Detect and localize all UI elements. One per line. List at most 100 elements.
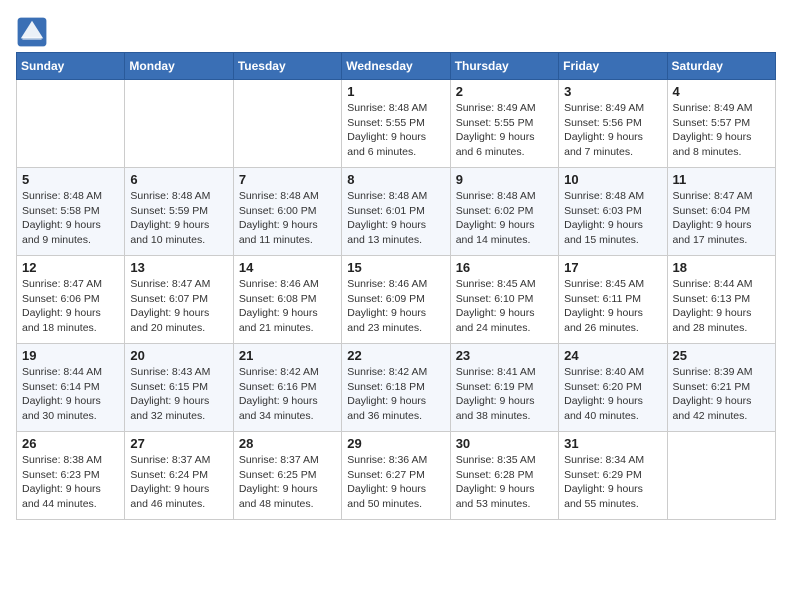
calendar-cell: 16 Sunrise: 8:45 AM Sunset: 6:10 PM Dayli… xyxy=(450,256,558,344)
weekday-header-thursday: Thursday xyxy=(450,53,558,80)
day-number: 10 xyxy=(564,172,661,187)
day-info: Sunrise: 8:45 AM Sunset: 6:11 PM Dayligh… xyxy=(564,277,661,336)
day-info: Sunrise: 8:48 AM Sunset: 5:55 PM Dayligh… xyxy=(347,101,444,160)
day-info: Sunrise: 8:42 AM Sunset: 6:16 PM Dayligh… xyxy=(239,365,336,424)
day-info: Sunrise: 8:44 AM Sunset: 6:13 PM Dayligh… xyxy=(673,277,770,336)
day-number: 29 xyxy=(347,436,444,451)
day-info: Sunrise: 8:47 AM Sunset: 6:04 PM Dayligh… xyxy=(673,189,770,248)
calendar-cell: 11 Sunrise: 8:47 AM Sunset: 6:04 PM Dayli… xyxy=(667,168,775,256)
calendar-cell: 6 Sunrise: 8:48 AM Sunset: 5:59 PM Daylig… xyxy=(125,168,233,256)
day-number: 15 xyxy=(347,260,444,275)
weekday-header-wednesday: Wednesday xyxy=(342,53,450,80)
day-number: 21 xyxy=(239,348,336,363)
day-number: 6 xyxy=(130,172,227,187)
calendar-cell xyxy=(17,80,125,168)
day-number: 24 xyxy=(564,348,661,363)
day-info: Sunrise: 8:48 AM Sunset: 5:58 PM Dayligh… xyxy=(22,189,119,248)
day-info: Sunrise: 8:48 AM Sunset: 6:02 PM Dayligh… xyxy=(456,189,553,248)
day-number: 18 xyxy=(673,260,770,275)
week-row-2: 5 Sunrise: 8:48 AM Sunset: 5:58 PM Daylig… xyxy=(17,168,776,256)
day-number: 16 xyxy=(456,260,553,275)
day-number: 11 xyxy=(673,172,770,187)
day-number: 2 xyxy=(456,84,553,99)
calendar-cell: 8 Sunrise: 8:48 AM Sunset: 6:01 PM Daylig… xyxy=(342,168,450,256)
day-info: Sunrise: 8:48 AM Sunset: 6:01 PM Dayligh… xyxy=(347,189,444,248)
page-header xyxy=(16,16,776,48)
calendar-cell: 30 Sunrise: 8:35 AM Sunset: 6:28 PM Dayli… xyxy=(450,432,558,520)
day-number: 12 xyxy=(22,260,119,275)
day-info: Sunrise: 8:45 AM Sunset: 6:10 PM Dayligh… xyxy=(456,277,553,336)
day-info: Sunrise: 8:42 AM Sunset: 6:18 PM Dayligh… xyxy=(347,365,444,424)
calendar-cell: 15 Sunrise: 8:46 AM Sunset: 6:09 PM Dayli… xyxy=(342,256,450,344)
logo-icon xyxy=(16,16,48,48)
day-info: Sunrise: 8:47 AM Sunset: 6:06 PM Dayligh… xyxy=(22,277,119,336)
calendar-cell: 2 Sunrise: 8:49 AM Sunset: 5:55 PM Daylig… xyxy=(450,80,558,168)
calendar-cell: 19 Sunrise: 8:44 AM Sunset: 6:14 PM Dayli… xyxy=(17,344,125,432)
day-info: Sunrise: 8:47 AM Sunset: 6:07 PM Dayligh… xyxy=(130,277,227,336)
calendar-cell: 1Sunrise: 8:48 AM Sunset: 5:55 PM Daylig… xyxy=(342,80,450,168)
calendar-cell xyxy=(667,432,775,520)
weekday-header-monday: Monday xyxy=(125,53,233,80)
week-row-4: 19 Sunrise: 8:44 AM Sunset: 6:14 PM Dayli… xyxy=(17,344,776,432)
calendar-cell: 24 Sunrise: 8:40 AM Sunset: 6:20 PM Dayli… xyxy=(559,344,667,432)
calendar-cell: 27 Sunrise: 8:37 AM Sunset: 6:24 PM Dayli… xyxy=(125,432,233,520)
day-number: 7 xyxy=(239,172,336,187)
day-number: 22 xyxy=(347,348,444,363)
day-info: Sunrise: 8:46 AM Sunset: 6:09 PM Dayligh… xyxy=(347,277,444,336)
day-info: Sunrise: 8:37 AM Sunset: 6:25 PM Dayligh… xyxy=(239,453,336,512)
calendar-cell: 13 Sunrise: 8:47 AM Sunset: 6:07 PM Dayli… xyxy=(125,256,233,344)
day-number: 27 xyxy=(130,436,227,451)
calendar-cell: 31Sunrise: 8:34 AM Sunset: 6:29 PM Dayli… xyxy=(559,432,667,520)
day-info: Sunrise: 8:36 AM Sunset: 6:27 PM Dayligh… xyxy=(347,453,444,512)
day-info: Sunrise: 8:37 AM Sunset: 6:24 PM Dayligh… xyxy=(130,453,227,512)
day-info: Sunrise: 8:40 AM Sunset: 6:20 PM Dayligh… xyxy=(564,365,661,424)
day-info: Sunrise: 8:49 AM Sunset: 5:55 PM Dayligh… xyxy=(456,101,553,160)
day-info: Sunrise: 8:48 AM Sunset: 6:03 PM Dayligh… xyxy=(564,189,661,248)
calendar-cell: 9 Sunrise: 8:48 AM Sunset: 6:02 PM Daylig… xyxy=(450,168,558,256)
calendar-cell: 12 Sunrise: 8:47 AM Sunset: 6:06 PM Dayli… xyxy=(17,256,125,344)
week-row-3: 12 Sunrise: 8:47 AM Sunset: 6:06 PM Dayli… xyxy=(17,256,776,344)
logo xyxy=(16,16,52,48)
week-row-5: 26Sunrise: 8:38 AM Sunset: 6:23 PM Dayli… xyxy=(17,432,776,520)
day-number: 14 xyxy=(239,260,336,275)
day-info: Sunrise: 8:43 AM Sunset: 6:15 PM Dayligh… xyxy=(130,365,227,424)
day-info: Sunrise: 8:49 AM Sunset: 5:57 PM Dayligh… xyxy=(673,101,770,160)
calendar-body: 1Sunrise: 8:48 AM Sunset: 5:55 PM Daylig… xyxy=(17,80,776,520)
day-number: 17 xyxy=(564,260,661,275)
weekday-header-sunday: Sunday xyxy=(17,53,125,80)
day-info: Sunrise: 8:35 AM Sunset: 6:28 PM Dayligh… xyxy=(456,453,553,512)
day-number: 13 xyxy=(130,260,227,275)
calendar-cell: 25Sunrise: 8:39 AM Sunset: 6:21 PM Dayli… xyxy=(667,344,775,432)
day-info: Sunrise: 8:39 AM Sunset: 6:21 PM Dayligh… xyxy=(673,365,770,424)
weekday-header-friday: Friday xyxy=(559,53,667,80)
day-number: 9 xyxy=(456,172,553,187)
day-info: Sunrise: 8:44 AM Sunset: 6:14 PM Dayligh… xyxy=(22,365,119,424)
day-number: 3 xyxy=(564,84,661,99)
calendar-cell: 23 Sunrise: 8:41 AM Sunset: 6:19 PM Dayli… xyxy=(450,344,558,432)
calendar-cell: 14 Sunrise: 8:46 AM Sunset: 6:08 PM Dayli… xyxy=(233,256,341,344)
day-number: 19 xyxy=(22,348,119,363)
day-info: Sunrise: 8:48 AM Sunset: 5:59 PM Dayligh… xyxy=(130,189,227,248)
day-number: 5 xyxy=(22,172,119,187)
day-info: Sunrise: 8:34 AM Sunset: 6:29 PM Dayligh… xyxy=(564,453,661,512)
calendar-cell: 22 Sunrise: 8:42 AM Sunset: 6:18 PM Dayli… xyxy=(342,344,450,432)
day-number: 8 xyxy=(347,172,444,187)
calendar-cell: 18 Sunrise: 8:44 AM Sunset: 6:13 PM Dayli… xyxy=(667,256,775,344)
calendar-cell xyxy=(233,80,341,168)
day-info: Sunrise: 8:41 AM Sunset: 6:19 PM Dayligh… xyxy=(456,365,553,424)
day-number: 30 xyxy=(456,436,553,451)
calendar-cell: 3 Sunrise: 8:49 AM Sunset: 5:56 PM Daylig… xyxy=(559,80,667,168)
day-number: 4 xyxy=(673,84,770,99)
day-number: 23 xyxy=(456,348,553,363)
day-info: Sunrise: 8:46 AM Sunset: 6:08 PM Dayligh… xyxy=(239,277,336,336)
calendar-cell: 17 Sunrise: 8:45 AM Sunset: 6:11 PM Dayli… xyxy=(559,256,667,344)
day-info: Sunrise: 8:49 AM Sunset: 5:56 PM Dayligh… xyxy=(564,101,661,160)
calendar-header: SundayMondayTuesdayWednesdayThursdayFrid… xyxy=(17,53,776,80)
day-number: 20 xyxy=(130,348,227,363)
calendar-cell: 26Sunrise: 8:38 AM Sunset: 6:23 PM Dayli… xyxy=(17,432,125,520)
day-info: Sunrise: 8:38 AM Sunset: 6:23 PM Dayligh… xyxy=(22,453,119,512)
calendar-cell: 21 Sunrise: 8:42 AM Sunset: 6:16 PM Dayli… xyxy=(233,344,341,432)
calendar-cell: 20 Sunrise: 8:43 AM Sunset: 6:15 PM Dayli… xyxy=(125,344,233,432)
day-number: 28 xyxy=(239,436,336,451)
day-info: Sunrise: 8:48 AM Sunset: 6:00 PM Dayligh… xyxy=(239,189,336,248)
